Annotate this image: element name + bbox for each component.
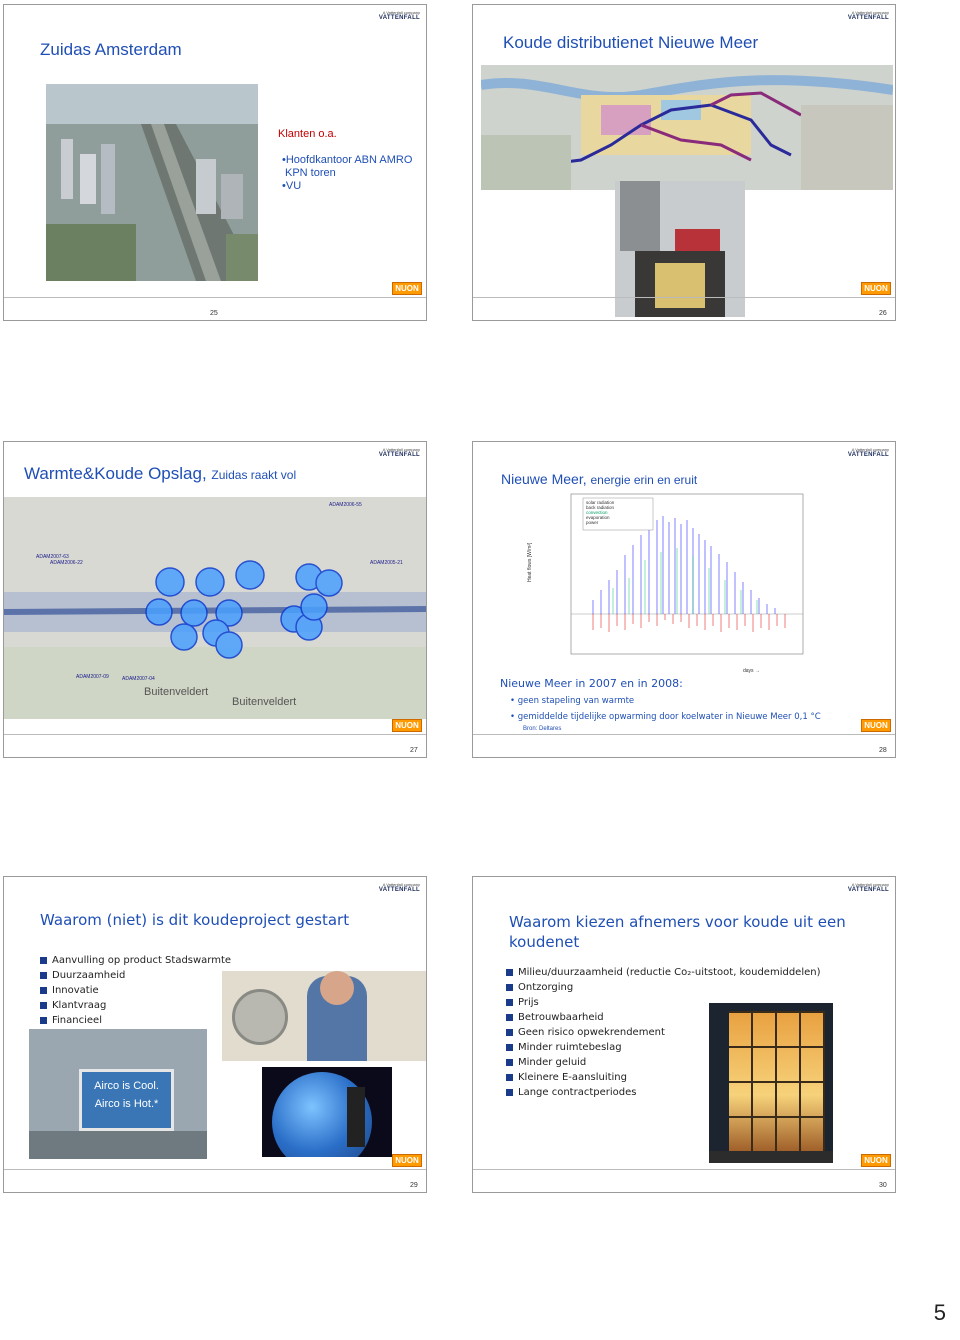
slide-30: A Vattenfall company VATTENFALL Waarom k… [472,876,896,1193]
point-1: • geen stapeling van warmte [510,696,635,706]
billboard-line-1: Airco is Cool. [94,1080,159,1092]
map-label-5: ADAM2007-04 [122,676,155,682]
slide-footer: NUON 25 [4,282,426,320]
point-2: • gemiddelde tijdelijke opwarming door k… [510,712,821,722]
slide-footer: NUON 27 [4,719,426,757]
vattenfall-logo: A Vattenfall company VATTENFALL [378,882,420,893]
chart-xlabel: days → [743,668,760,674]
nuon-logo: NUON [861,282,891,295]
klanten-item-1: •Hoofdkantoor ABN AMRO [282,154,413,166]
slide-title: Warmte&Koude Opslag, Zuidas raakt vol [24,464,297,483]
slide-heading: Nieuwe Meer in 2007 en in 2008: [500,677,683,690]
nuon-logo: NUON [861,719,891,732]
nuon-logo: NUON [861,1154,891,1167]
slide-footer: NUON 30 [473,1154,895,1192]
nuon-logo: NUON [392,719,422,732]
hot-man-fan-photo [222,971,426,1061]
page-number: 28 [879,747,887,754]
slide-footer: NUON 26 [473,282,895,320]
wko-map [4,497,426,719]
slide-27: A Vattenfall company VATTENFALL Warmte&K… [3,441,427,758]
reason-item: Duurzaamheid [40,969,231,982]
map-label-7: Buitenveldert [144,686,209,698]
slide-title: Waarom kiezen afnemers voor koude uit ee… [509,913,846,951]
page-number: 27 [410,747,418,754]
document-page-number: 5 [933,1300,946,1325]
slide-title: Koude distributienet Nieuwe Meer [503,33,759,52]
vattenfall-logo: A Vattenfall company VATTENFALL [847,447,889,458]
zuidas-aerial-photo [46,84,258,281]
reason-item: Financieel [40,1014,231,1027]
map-label-4: ADAM2005-21 [370,560,403,566]
glass-building-photo [709,1003,833,1163]
chart-ylabel: Heat flows [W/m²] [527,542,533,582]
billboard: Airco is Cool. Airco is Hot.* [79,1069,174,1131]
slide-26: A Vattenfall company VATTENFALL Koude di… [472,4,896,321]
page-number: 29 [410,1182,418,1189]
chart-legend: solar radiation back radiation convectio… [586,500,614,525]
klanten-item-3: •VU [282,180,302,192]
nuon-logo: NUON [392,282,422,295]
slide-25: A Vattenfall company VATTENFALL Zuidas A… [3,4,427,321]
reason-item: Aanvulling op product Stadswarmte [40,954,231,967]
klanten-heading: Klanten o.a. [278,128,337,140]
vattenfall-logo: A Vattenfall company VATTENFALL [378,10,420,21]
slide-28: A Vattenfall company VATTENFALL Nieuwe M… [472,441,896,758]
slide-title: Waarom (niet) is dit koudeproject gestar… [40,911,350,929]
reason-item: Milieu/duurzaamheid (reductie Co₂-uitsto… [506,966,821,979]
map-label-8: Buitenveldert [232,696,297,708]
reason-item: Innovatie [40,984,231,997]
slide-footer: NUON 29 [4,1154,426,1192]
vattenfall-logo: A Vattenfall company VATTENFALL [847,882,889,893]
klanten-item-2: KPN toren [285,167,336,179]
map-label-3: ADAM2006-22 [50,560,83,566]
billboard-photo: Airco is Cool. Airco is Hot.* [29,1029,207,1159]
reason-item: Klantvraag [40,999,231,1012]
nuon-logo: NUON [392,1154,422,1167]
slide-title: Zuidas Amsterdam [40,40,182,59]
legend-power: power [586,520,599,525]
slide-title: Nieuwe Meer, energie erin en eruit [501,471,698,487]
map-label-6: ADAM2007-09 [76,674,109,680]
page-number: 30 [879,1182,887,1189]
page-number: 26 [879,310,887,317]
al-gore-earth-photo [262,1067,392,1157]
map-label-1: ADAM2006-55 [329,502,362,508]
source-note: Bron: Deltares [523,726,562,732]
page-number: 25 [210,310,218,317]
slide-29: A Vattenfall company VATTENFALL Waarom (… [3,876,427,1193]
distribution-network-map [481,65,893,190]
reason-list: Aanvulling op product Stadswarmte Duurza… [40,954,231,1029]
slide-footer: NUON 28 [473,719,895,757]
vattenfall-logo: A Vattenfall company VATTENFALL [847,10,889,21]
vattenfall-logo: A Vattenfall company VATTENFALL [378,447,420,458]
reason-item: Ontzorging [506,981,821,994]
billboard-line-2: Airco is Hot.* [94,1098,159,1110]
